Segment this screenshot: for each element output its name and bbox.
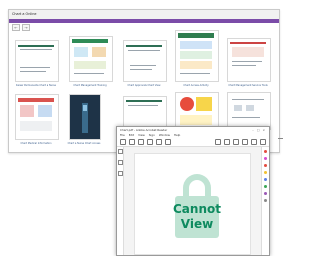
viewer-right-toolbar	[261, 146, 269, 255]
combine-files-icon[interactable]	[264, 178, 267, 181]
document-page	[15, 94, 59, 140]
document-page: Cannot View	[134, 153, 251, 255]
viewer-title: Chart.pdf - Adobe Acrobat Reader	[120, 128, 168, 132]
hand-tool-icon[interactable]	[242, 139, 248, 145]
thumbnail-6[interactable]: Chart Medical Information	[15, 94, 59, 145]
view-label: View	[180, 217, 214, 231]
zoom-in-icon[interactable]	[224, 139, 230, 145]
thumbnail-5[interactable]: Chart Management Service Tools	[227, 38, 271, 87]
menu-edit[interactable]: Edit	[129, 133, 134, 138]
thumbnail-caption: Chart a Nurse Chart Access	[67, 142, 101, 145]
more-tools-icon[interactable]	[264, 199, 267, 202]
attachments-icon[interactable]	[118, 171, 123, 176]
pdf-viewer-window: Chart.pdf - Adobe Acrobat Reader – □ × F…	[116, 126, 270, 256]
menu-sign[interactable]: Sign	[149, 133, 155, 138]
edit-pdf-icon[interactable]	[264, 157, 267, 160]
viewer-canvas[interactable]: Cannot View	[124, 147, 261, 255]
page-up-icon[interactable]	[156, 139, 162, 145]
thumbnail-caption: Chart Access Activity	[183, 84, 209, 87]
print-icon[interactable]	[138, 139, 144, 145]
share-icon[interactable]	[260, 139, 266, 145]
thumbnail-caption: Chart Approvals Chart View	[127, 84, 161, 87]
thumbnail-3[interactable]: Chart Approvals Chart View	[123, 40, 167, 87]
thumbnail-2[interactable]: Chart Management Training	[69, 36, 113, 87]
viewer-toolbar	[117, 138, 269, 147]
thumbnail-7[interactable]: Chart a Nurse Chart Access	[68, 94, 101, 145]
search-icon[interactable]	[147, 139, 153, 145]
menu-view[interactable]: View	[138, 133, 145, 138]
gallery-title: Chart a Online	[9, 10, 279, 19]
thumbnail-caption: Kaiser Permanente Chart a Nurse	[16, 84, 56, 87]
thumbnail-8[interactable]	[123, 96, 167, 128]
document-page	[227, 92, 271, 130]
select-tool-icon[interactable]	[233, 139, 239, 145]
export-pdf-icon[interactable]	[264, 150, 267, 153]
document-page	[227, 38, 271, 82]
bookmarks-icon[interactable]	[118, 160, 123, 165]
thumbnail-caption: Chart Management Training	[73, 84, 107, 87]
back-button[interactable]: ←	[12, 23, 20, 31]
document-page	[175, 30, 219, 82]
viewer-left-panel	[117, 146, 124, 255]
comment-tool-icon[interactable]	[264, 171, 267, 174]
thumbnail-caption: Chart Management Service Tools	[228, 84, 268, 87]
cannot-label: Cannot	[173, 202, 221, 216]
gallery-toolbar: ← →	[9, 23, 279, 31]
menu-help[interactable]: Help	[174, 133, 180, 138]
thumbnail-10[interactable]	[227, 92, 271, 130]
menu-file[interactable]: File	[120, 133, 125, 138]
thumbnail-1[interactable]: Kaiser Permanente Chart a Nurse	[15, 40, 59, 87]
document-page	[123, 96, 167, 128]
thumbnails-icon[interactable]	[118, 149, 123, 154]
forward-button[interactable]: →	[22, 23, 30, 31]
page-down-icon[interactable]	[165, 139, 171, 145]
gallery-edge-line	[278, 138, 283, 139]
menu-window[interactable]: Window	[159, 133, 170, 138]
thumbnail-caption: Chart Medical Information	[20, 142, 52, 145]
thumbnail-4[interactable]: Chart Access Activity	[175, 30, 219, 87]
home-icon[interactable]	[120, 139, 126, 145]
document-page	[69, 36, 113, 82]
save-icon[interactable]	[129, 139, 135, 145]
document-page	[123, 40, 167, 82]
organize-pages-icon[interactable]	[264, 185, 267, 188]
comment-icon[interactable]	[251, 139, 257, 145]
window-controls[interactable]: – □ ×	[252, 128, 266, 132]
create-pdf-icon[interactable]	[264, 164, 267, 167]
document-page	[69, 94, 101, 140]
document-page	[15, 40, 59, 82]
zoom-out-icon[interactable]	[215, 139, 221, 145]
fill-sign-icon[interactable]	[264, 192, 267, 195]
